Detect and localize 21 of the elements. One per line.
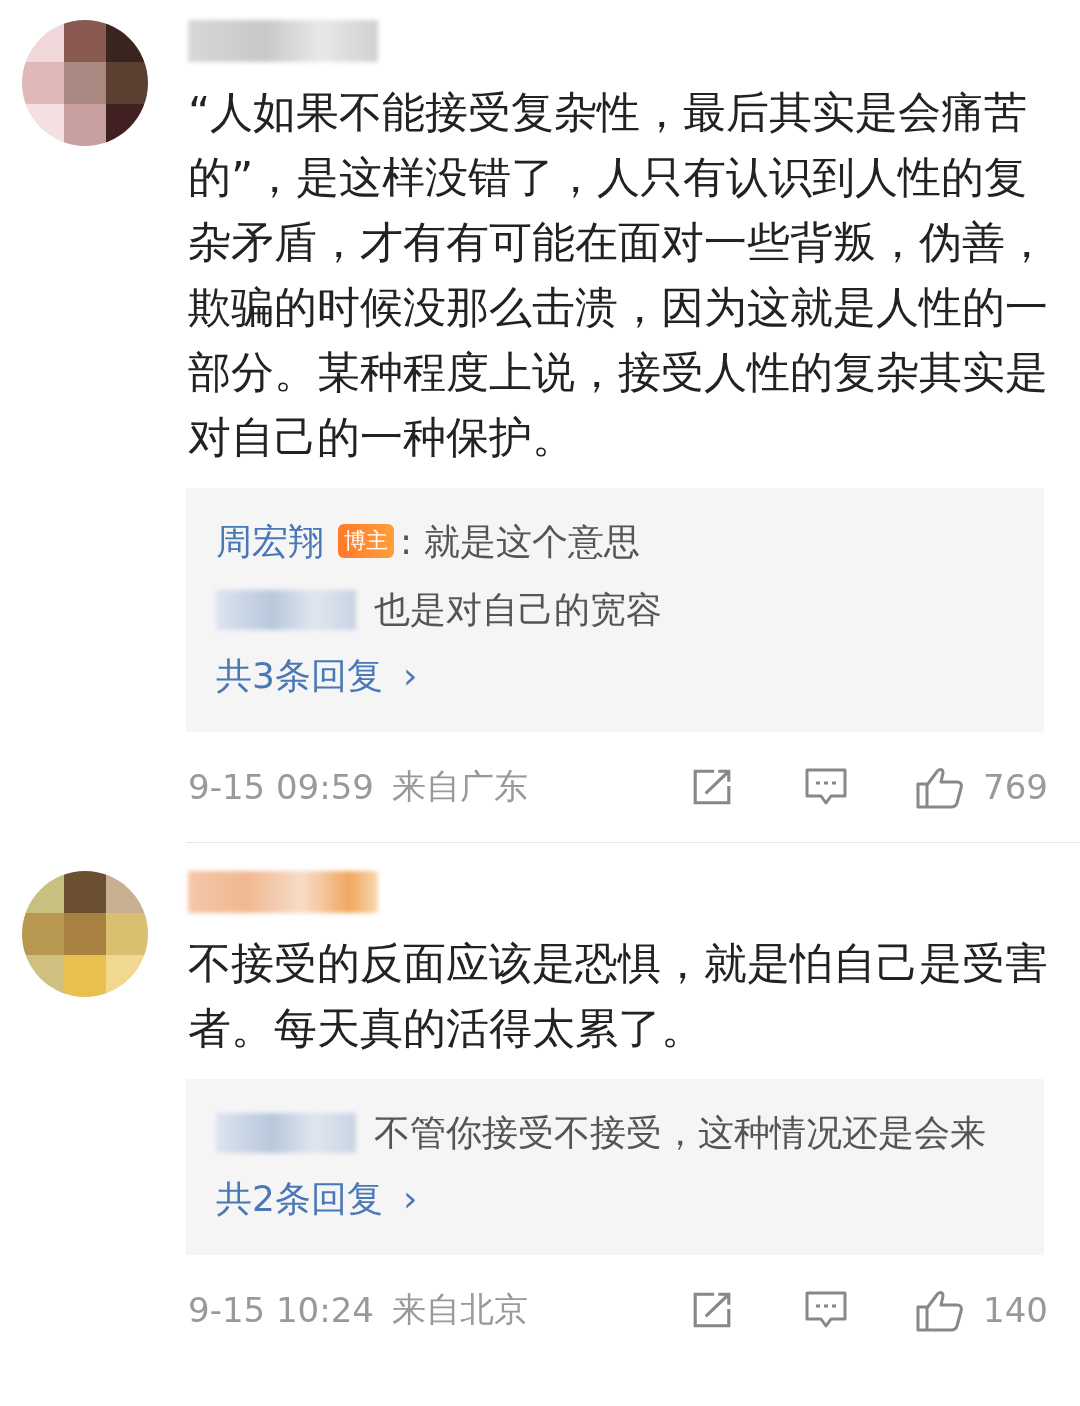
comment-text: 不接受的反面应该是恐惧，就是怕自己是受害者。每天真的活得太累了。 [188, 937, 1048, 1055]
thumbs-up-icon[interactable] [915, 1288, 964, 1332]
reply-author-link[interactable]: 周宏翔 [216, 521, 324, 562]
comment-text: “人如果不能接受复杂性，最后其实是会痛苦的”，是这样没错了，人只有认识到人性的复杂矛盾，才有有可能在面对一些背叛，伪善，欺骗的时候没那么击溃，因为这就是人性的一部分。某种程度上说，接受人性的复杂其实是对自己的一种保护。 [188, 86, 1048, 464]
comment-time: 9-15 10:24 [188, 1290, 374, 1330]
comment-icon[interactable] [805, 768, 848, 806]
more-replies-link[interactable]: 共3条回复 › [216, 648, 418, 704]
comment-location: 来自北京 [391, 1288, 528, 1331]
reply-text: : 就是这个意思 [400, 521, 640, 562]
like-count: 769 [983, 767, 1048, 807]
more-replies-link[interactable]: 共2条回复 › [216, 1171, 418, 1227]
avatar-placeholder[interactable] [22, 20, 148, 146]
like-count: 140 [983, 1290, 1048, 1330]
comment-location: 来自广东 [391, 765, 528, 808]
author-badge: 博主 [338, 524, 394, 558]
comment-icon[interactable] [805, 1291, 848, 1329]
thumbs-up-icon[interactable] [915, 765, 964, 809]
reply-text: 不管你接受不接受，这种情况还是会来 [374, 1112, 986, 1153]
comment-time: 9-15 09:59 [188, 767, 374, 807]
avatar-placeholder[interactable] [22, 871, 148, 997]
reply-text: 也是对自己的宽容 [374, 589, 662, 630]
